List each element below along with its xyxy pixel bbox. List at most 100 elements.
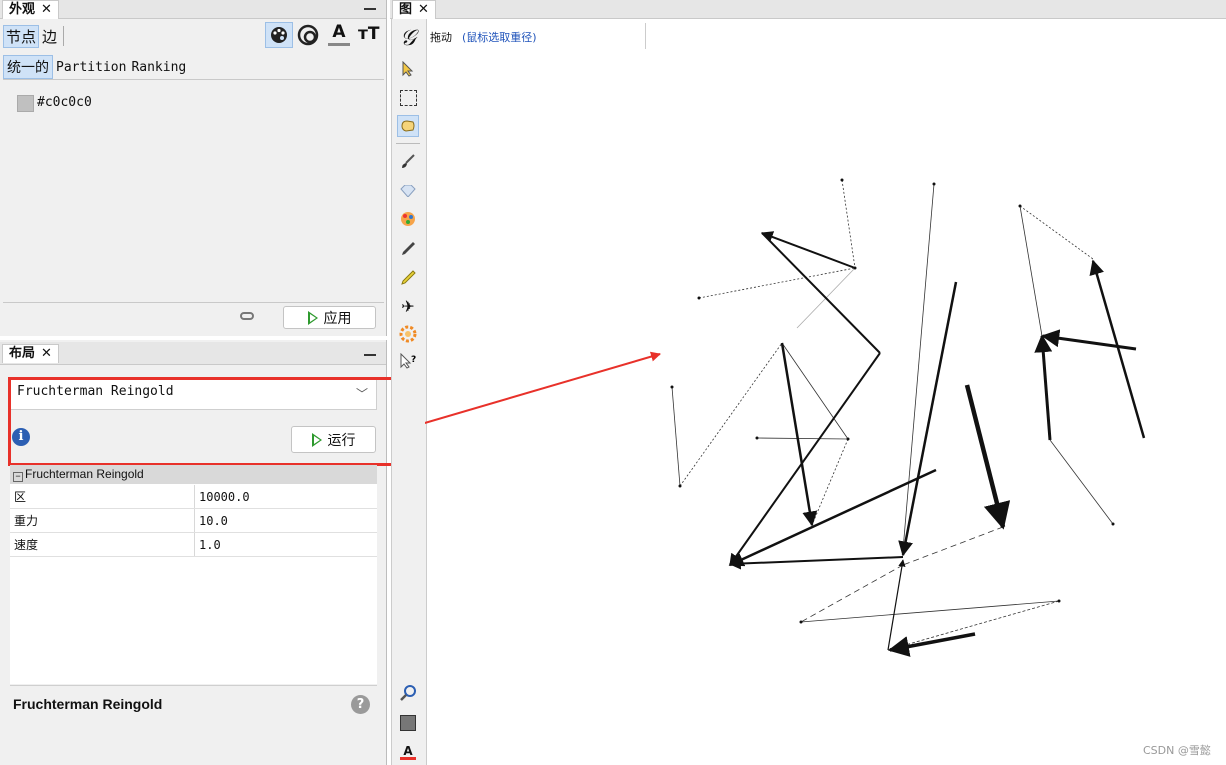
brush-icon[interactable] [397,150,419,172]
link-icon[interactable] [240,312,254,320]
properties-header[interactable]: − Fruchterman Reingold [10,465,377,484]
graph-node [1057,599,1061,603]
close-icon[interactable]: ✕ [41,346,52,361]
graph-edge [1089,259,1146,439]
property-value[interactable]: 10000.0 [194,485,377,509]
collapse-icon[interactable]: − [13,472,23,482]
graph-edge [728,556,904,570]
tab-partition[interactable]: Partition [53,60,129,75]
tab-ranking[interactable]: Ranking [129,60,188,75]
tab-appearance[interactable]: 外观 ✕ [2,0,59,19]
appearance-panel: 外观 ✕ 节点 边 A тT 统一的 Partition Ranking #c0c… [0,0,387,336]
help-icon[interactable]: ? [351,695,370,714]
graph-edge [1049,439,1114,525]
diamond-icon[interactable] [397,180,419,202]
description-title: Fruchterman Reingold [13,696,163,712]
property-name: 区 [10,485,195,509]
drag-hand-icon[interactable] [397,115,419,137]
graph-toolbar: 拖动 (鼠标选取重径) [425,19,1226,53]
graph-edge [780,342,818,527]
annotation-arrow [425,351,661,424]
graph-node [755,436,759,440]
layout-tabbar: 布局 ✕ [0,342,386,365]
select-pointer-icon[interactable] [397,58,419,80]
tab-edges[interactable]: 边 [39,26,60,47]
graph-canvas[interactable] [425,54,1226,765]
close-icon[interactable]: ✕ [418,2,429,17]
zoom-icon[interactable] [397,682,419,704]
rectangle-select-icon[interactable] [397,87,419,109]
graph-edge [800,564,904,623]
graph-edge [887,632,976,657]
graph-node [697,296,701,300]
graph-node [840,178,844,182]
minimize-icon[interactable] [364,354,376,356]
description-divider [10,685,377,686]
graph-edge [1019,205,1043,337]
tab-graph-label: 图 [399,2,413,17]
minimize-icon[interactable] [364,8,376,10]
font-color-icon[interactable]: A [397,741,419,763]
tab-layout-label: 布局 [9,346,36,361]
label-size-icon[interactable]: тT [358,25,379,43]
size-icon[interactable] [297,24,319,46]
apply-button[interactable]: 应用 [283,306,376,329]
graph-edge [1019,205,1094,260]
layout-panel: 布局 ✕ Fruchterman Reingold ﹀ i 运行 − Fruchte… [0,340,408,765]
tab-appearance-label: 外观 [9,2,36,17]
graph-node [846,437,850,441]
graph-node [670,385,674,389]
label-color-icon[interactable]: A [328,22,350,46]
graph-edge [671,386,681,487]
gephi-logo-icon: 𝒢 [400,25,416,51]
node-edge-switch: 节点 边 [3,23,65,49]
graph-edge [728,468,937,567]
graph-edge [760,231,856,269]
mode-tabs: 统一的 Partition Ranking [3,55,384,80]
graph-edge [781,342,849,440]
pencil-icon[interactable] [397,237,419,259]
graph-edge [841,179,856,269]
color-palette-icon[interactable] [265,22,293,48]
watermark: CSDN @雪懿 [1143,744,1211,757]
table-row[interactable]: 重力 10.0 [10,508,377,533]
graph-edge [902,183,935,551]
graph-edge [1041,329,1137,351]
appearance-tabbar: 外观 ✕ [0,0,386,19]
tool-divider [396,143,420,144]
table-row[interactable]: 速度 1.0 [10,532,377,557]
appearance-footer [3,302,384,303]
tab-graph[interactable]: 图 ✕ [392,0,436,19]
tab-unique[interactable]: 统一的 [3,55,53,79]
tab-nodes[interactable]: 节点 [3,24,40,48]
graph-edge [902,526,1004,566]
property-value[interactable]: 1.0 [194,532,377,557]
sun-icon[interactable] [397,323,419,345]
mode-label: 拖动 [430,31,452,44]
graph-node [799,620,803,624]
close-icon[interactable]: ✕ [41,2,52,17]
help-pointer-icon[interactable]: ? [397,351,419,373]
property-value[interactable]: 10.0 [194,508,377,533]
color-value: #c0c0c0 [37,95,92,110]
edge-pencil-icon[interactable] [397,266,419,288]
graph-edge [756,437,849,440]
properties-table: 区 10000.0 重力 10.0 速度 1.0 [10,485,377,557]
graph-edge [800,600,1060,623]
airplane-icon[interactable]: ✈ [397,295,419,317]
highlight-box [8,377,408,466]
background-color-icon[interactable] [397,712,419,734]
graph-edge [1034,334,1053,441]
graph-edge [964,384,1011,530]
graph-node [1018,204,1022,208]
color-swatch[interactable] [17,95,34,112]
painter-icon[interactable] [397,208,419,230]
table-row[interactable]: 区 10000.0 [10,485,377,509]
graph-node [678,484,682,488]
svg-text:?: ? [411,355,416,365]
tab-layout[interactable]: 布局 ✕ [2,344,59,363]
apply-label: 应用 [323,310,352,327]
property-name: 重力 [10,508,195,533]
graph-node [853,266,857,270]
graph-edge [679,342,783,487]
